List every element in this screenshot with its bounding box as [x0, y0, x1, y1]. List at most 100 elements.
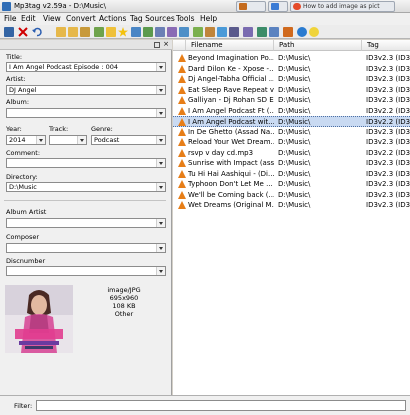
table-row[interactable]: Beyond Imagination Po... D:\Music\ ID3v2.3…: [173, 53, 410, 64]
composer-field[interactable]: [6, 243, 166, 253]
chevron-down-icon[interactable]: [156, 63, 165, 71]
chevron-down-icon[interactable]: [77, 136, 86, 144]
track-label: Track:: [49, 125, 69, 133]
browser-icon: [293, 3, 301, 10]
pin-icon[interactable]: [154, 42, 160, 48]
add-directory-icon[interactable]: [68, 27, 78, 37]
title-bar: Mp3tag v2.59a - D:\Music\ How to add ima…: [0, 0, 410, 13]
select-all-icon[interactable]: [106, 27, 116, 37]
column-header-filename[interactable]: Filename: [186, 40, 274, 51]
star-icon[interactable]: [118, 27, 128, 37]
freedb-icon[interactable]: [283, 27, 293, 37]
table-row[interactable]: Wet Dreams (Original M... D:\Music\ ID3v2.…: [173, 200, 410, 211]
table-row[interactable]: rsvp v day cd.mp3 D:\Music\ ID3v2.2 (ID3v2…: [173, 148, 410, 159]
chevron-down-icon[interactable]: [156, 267, 165, 275]
taskbar-button-1[interactable]: [236, 1, 266, 12]
year-value: 2014: [9, 136, 26, 144]
app-icon: [271, 3, 279, 10]
column-header-icon[interactable]: [173, 40, 186, 51]
tag-panel: × Title: I Am Angel Podcast Episode : 00…: [0, 40, 172, 395]
genre-label: Genre:: [91, 125, 113, 133]
menu-help[interactable]: Help: [200, 14, 217, 23]
actions-icon[interactable]: [193, 27, 203, 37]
table-row[interactable]: Typhoon Don't Let Me ... D:\Music\ ID3v2.3…: [173, 179, 410, 190]
menu-tag-sources[interactable]: Tag Sources: [130, 14, 175, 23]
menu-tools[interactable]: Tools: [176, 14, 194, 23]
path-cell: D:\Music\: [278, 54, 311, 62]
genre-field[interactable]: Podcast: [91, 135, 166, 145]
table-row[interactable]: Galliyan - Dj Rohan SD E... D:\Music\ ID3v…: [173, 95, 410, 106]
path-cell: D:\Music\: [278, 127, 311, 136]
filename-filename-icon[interactable]: [155, 27, 165, 37]
table-row[interactable]: In De Ghetto (Assad Na... D:\Music\ ID3v2.…: [173, 127, 410, 138]
chevron-down-icon[interactable]: [156, 136, 165, 144]
album-artist-field[interactable]: [6, 218, 166, 228]
tag-tag-icon[interactable]: [179, 27, 189, 37]
refresh-icon[interactable]: [94, 27, 104, 37]
discogs-icon[interactable]: [269, 27, 279, 37]
table-row[interactable]: Dard Dilon Ke - Xpose -... D:\Music\ ID3v2…: [173, 64, 410, 75]
filename-tag-icon[interactable]: [143, 27, 153, 37]
title-label: Title:: [6, 53, 23, 61]
artist-field[interactable]: DJ Angel: [6, 85, 166, 95]
favorites-icon[interactable]: [80, 27, 90, 37]
table-row[interactable]: Reload Your Wet Dream... D:\Music\ ID3v2.3…: [173, 137, 410, 148]
path-cell: D:\Music\: [278, 75, 311, 83]
table-row[interactable]: I Am Angel Podcast Ft (... D:\Music\ ID3v2…: [173, 106, 410, 117]
playlist-icon[interactable]: [243, 27, 253, 37]
table-row[interactable]: Dj Angel-Tabha Official ... D:\Music\ ID3v…: [173, 74, 410, 85]
cover-art[interactable]: [5, 285, 73, 353]
title-field[interactable]: I Am Angel Podcast Episode : 004: [6, 62, 166, 72]
chevron-down-icon[interactable]: [156, 109, 165, 117]
menu-actions[interactable]: Actions: [99, 14, 126, 23]
tag-cell: ID3v2.3 (ID3v1...: [366, 138, 410, 146]
save-icon[interactable]: [4, 27, 14, 37]
chevron-down-icon[interactable]: [156, 86, 165, 94]
actions-quick-icon[interactable]: [205, 27, 215, 37]
web-icon[interactable]: [297, 27, 307, 37]
table-row[interactable]: Sunrise with Impact (ass... D:\Music\ ID3v…: [173, 158, 410, 169]
autonumbering-icon[interactable]: [217, 27, 227, 37]
directory-field[interactable]: D:\Music: [6, 182, 166, 192]
text-tag-icon[interactable]: [167, 27, 177, 37]
vlc-file-icon: [178, 169, 186, 178]
menu-edit[interactable]: Edit: [21, 14, 36, 23]
comment-field[interactable]: [6, 158, 166, 168]
close-icon[interactable]: ×: [163, 40, 169, 49]
column-header-tag[interactable]: Tag: [362, 40, 410, 51]
table-row[interactable]: We'll be Coming back (... D:\Music\ ID3v2.…: [173, 190, 410, 201]
tag-filename-icon[interactable]: [131, 27, 141, 37]
help-icon[interactable]: [309, 27, 319, 37]
menu-view[interactable]: View: [43, 14, 61, 23]
discnumber-field[interactable]: [6, 266, 166, 276]
chevron-down-icon[interactable]: [156, 219, 165, 227]
table-row[interactable]: I Am Angel Podcast wit... D:\Music\ ID3v2.…: [173, 116, 410, 127]
menu-file[interactable]: File: [4, 14, 17, 23]
change-directory-icon[interactable]: [56, 27, 66, 37]
filename-cell: Reload Your Wet Dream...: [188, 138, 274, 146]
menu-convert[interactable]: Convert: [66, 14, 96, 23]
undo-icon[interactable]: [32, 27, 42, 37]
text-case-icon[interactable]: [229, 27, 239, 37]
taskbar-label: How to add image as pict: [303, 3, 380, 10]
album-field[interactable]: [6, 108, 166, 118]
path-cell: D:\Music\: [278, 180, 311, 188]
chevron-down-icon[interactable]: [36, 136, 45, 144]
table-row[interactable]: Eat Sleep Rave Repeat v... D:\Music\ ID3v2…: [173, 85, 410, 96]
chevron-down-icon[interactable]: [156, 159, 165, 167]
filter-input[interactable]: [36, 400, 406, 411]
table-row[interactable]: Tu Hi Hai Aashiqui - (Di... D:\Music\ ID3v…: [173, 169, 410, 180]
artist-value: DJ Angel: [9, 86, 37, 94]
chevron-down-icon[interactable]: [156, 183, 165, 191]
export-icon[interactable]: [257, 27, 267, 37]
taskbar-button-2[interactable]: [268, 1, 288, 12]
track-field[interactable]: [49, 135, 87, 145]
year-label: Year:: [6, 125, 22, 133]
filename-cell: In De Ghetto (Assad Na...: [188, 127, 274, 136]
year-field[interactable]: 2014: [6, 135, 46, 145]
taskbar-button-browser[interactable]: How to add image as pict: [290, 1, 395, 12]
column-header-path[interactable]: Path: [274, 40, 362, 51]
remove-tag-icon[interactable]: [18, 27, 28, 37]
vlc-file-icon: [178, 148, 186, 157]
chevron-down-icon[interactable]: [156, 244, 165, 252]
